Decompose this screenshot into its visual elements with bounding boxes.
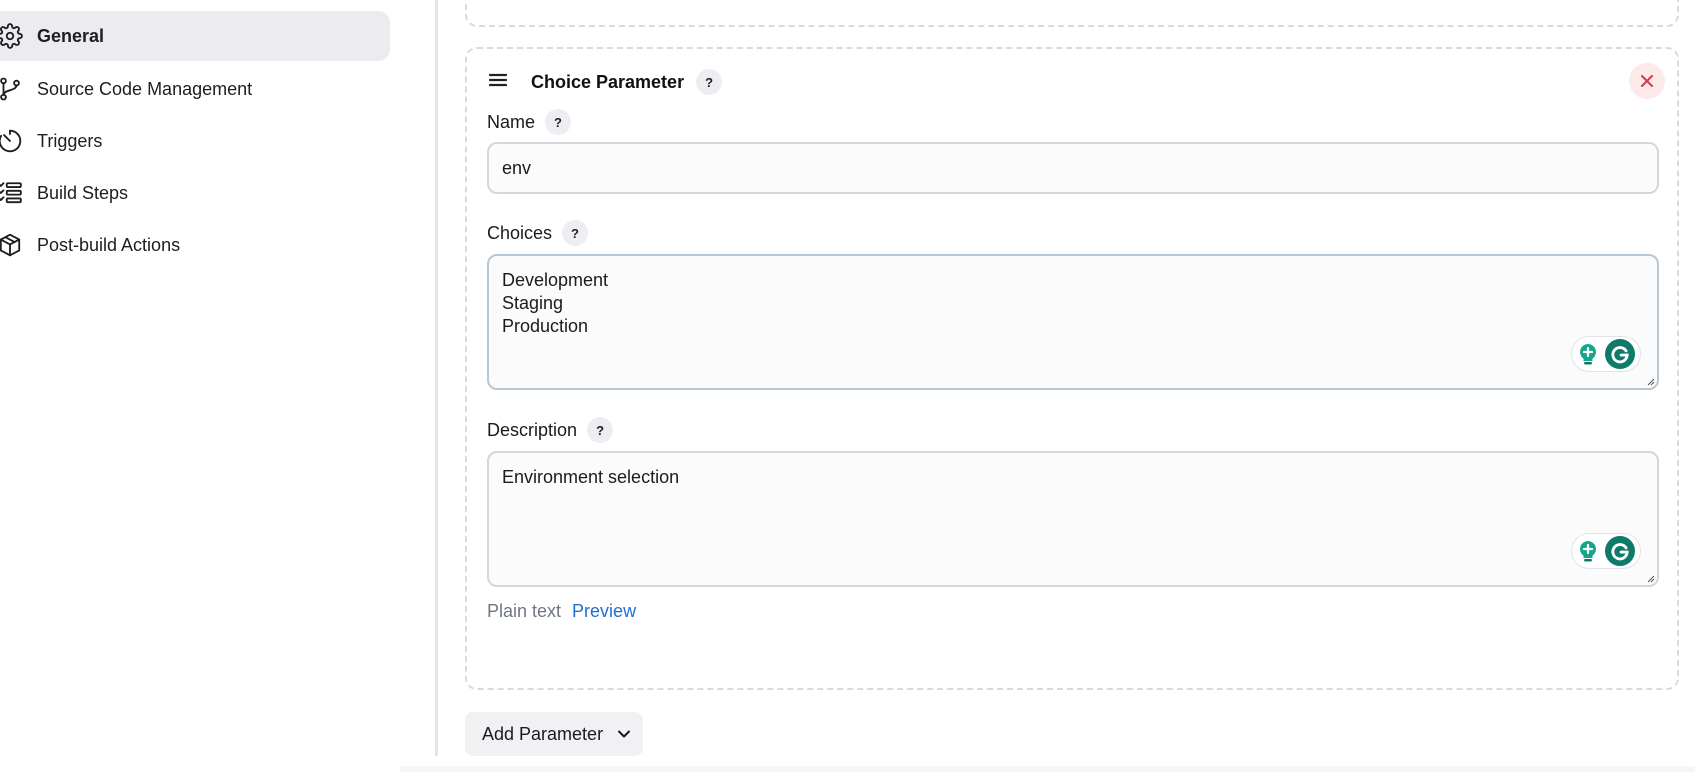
resize-handle-icon[interactable]	[1645, 376, 1655, 386]
previous-parameter-card	[465, 0, 1679, 27]
add-parameter-button[interactable]: Add Parameter	[465, 712, 643, 756]
page: General Source Code Management Triggers …	[0, 0, 1695, 772]
card-header: Choice Parameter ?	[487, 67, 723, 97]
sidebar-item-label: General	[37, 25, 105, 46]
list-steps-icon	[0, 180, 23, 206]
chevron-down-icon	[618, 730, 631, 738]
lightbulb-icon	[1580, 541, 1596, 562]
preview-link[interactable]: Preview	[572, 601, 636, 622]
help-icon[interactable]: ?	[696, 69, 723, 95]
resize-handle-icon[interactable]	[1645, 573, 1655, 583]
card-title: Choice Parameter	[531, 71, 685, 92]
choice-line: Staging	[502, 293, 564, 313]
grammarly-widget[interactable]	[1571, 533, 1641, 569]
choice-line: Development	[502, 270, 609, 290]
timer-icon	[0, 128, 23, 154]
sidebar-item-label: Source Code Management	[37, 78, 253, 99]
sidebar-item-label: Build Steps	[37, 182, 129, 203]
description-textarea[interactable]: Environment selection	[487, 451, 1659, 587]
sidebar-item-general[interactable]: General	[0, 11, 390, 61]
choice-line: Production	[502, 316, 589, 336]
delete-parameter-button[interactable]	[1629, 63, 1665, 99]
package-icon	[0, 232, 23, 258]
sidebar-item-label: Triggers	[37, 130, 103, 151]
help-icon[interactable]: ?	[545, 109, 572, 135]
sidebar-item-triggers[interactable]: Triggers	[0, 116, 390, 166]
description-text: Environment selection	[502, 467, 680, 487]
format-toggle: Plain text Preview	[487, 601, 636, 622]
help-icon[interactable]: ?	[587, 417, 614, 443]
choices-label-text: Choices	[487, 222, 553, 243]
add-parameter-label: Add Parameter	[482, 723, 604, 744]
gear-icon	[0, 23, 23, 49]
choices-textarea[interactable]: Development Staging Production	[487, 254, 1659, 390]
grammarly-widget[interactable]	[1571, 336, 1641, 372]
description-label-text: Description	[487, 419, 578, 440]
choices-label: Choices ?	[487, 219, 589, 247]
name-label-text: Name	[487, 111, 536, 132]
grammarly-icon	[1605, 536, 1635, 566]
sidebar-item-label: Post-build Actions	[37, 234, 181, 255]
name-input[interactable]: env	[487, 142, 1659, 194]
sidebar-item-post-build-actions[interactable]: Post-build Actions	[0, 220, 390, 270]
help-icon[interactable]: ?	[562, 220, 589, 246]
description-label: Description ?	[487, 416, 614, 444]
sidebar-item-build-steps[interactable]: Build Steps	[0, 168, 390, 218]
drag-handle-icon[interactable]	[487, 69, 509, 96]
lightbulb-icon	[1580, 344, 1596, 365]
plain-text-label: Plain text	[487, 601, 562, 621]
sidebar-divider	[435, 0, 438, 756]
name-label: Name ?	[487, 108, 572, 136]
git-branch-icon	[0, 76, 23, 102]
choice-parameter-card: Choice Parameter ? Name ? env Choices ? …	[465, 47, 1679, 690]
grammarly-icon	[1605, 339, 1635, 369]
close-icon	[1641, 75, 1653, 87]
sidebar-item-source-code-management[interactable]: Source Code Management	[0, 64, 390, 114]
bottom-strip	[400, 766, 1695, 772]
sidebar: General Source Code Management Triggers …	[0, 0, 400, 772]
